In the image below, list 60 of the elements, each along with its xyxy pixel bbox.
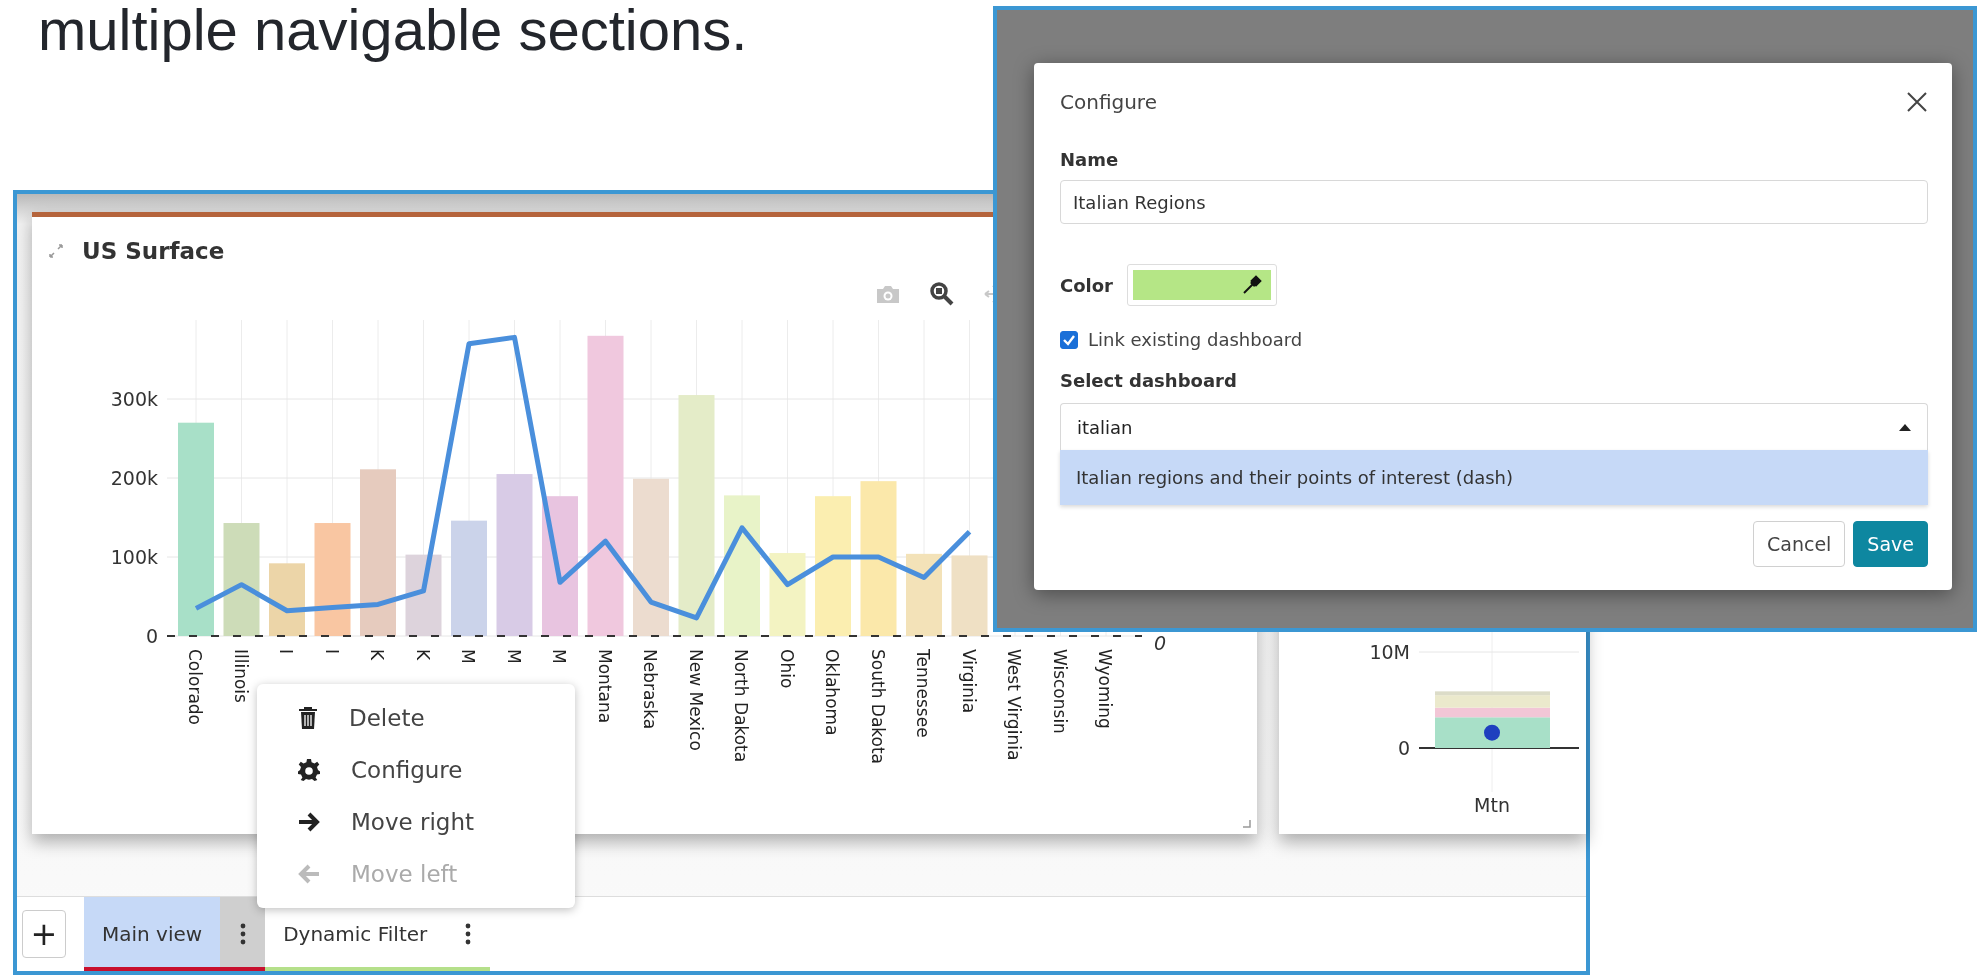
x-axis-label: M <box>549 649 569 664</box>
more-icon <box>464 923 471 945</box>
zoom-icon[interactable] <box>929 281 955 307</box>
x-axis-label: Colorado <box>185 649 205 725</box>
camera-icon[interactable] <box>875 283 901 305</box>
close-icon[interactable] <box>1906 91 1928 113</box>
x-axis-label: South Dakota <box>867 649 888 765</box>
expand-icon[interactable] <box>48 243 64 259</box>
x-axis-label: M <box>503 649 524 664</box>
x-axis-label: Montana <box>594 649 615 724</box>
save-button[interactable]: Save <box>1853 521 1928 567</box>
field-label: Color <box>1060 274 1113 296</box>
color-picker[interactable] <box>1127 264 1277 306</box>
y-axis-label: 300k <box>110 388 158 410</box>
x-axis-label: M <box>458 649 478 664</box>
x-axis-label: K <box>367 649 387 661</box>
x-axis-label: I <box>276 649 296 654</box>
name-input[interactable]: Italian Regions <box>1060 180 1928 224</box>
cancel-button[interactable]: Cancel <box>1753 521 1846 567</box>
x-axis-label: Ohio <box>776 649 797 689</box>
chart-title: US Surface <box>82 238 225 264</box>
menu-item[interactable]: Move right <box>257 796 575 848</box>
x-axis-label: Oklahoma <box>822 649 842 736</box>
x-axis-label: I <box>321 649 342 654</box>
x-axis-label: New Mexico <box>685 649 706 751</box>
axis-label: 0 <box>1154 632 1167 654</box>
x-axis-label: K <box>412 649 433 661</box>
gear-icon <box>297 758 321 782</box>
x-axis-label: Tennessee <box>913 649 933 738</box>
heading-text: multiple navigable sections. <box>38 0 748 62</box>
y-axis-label: 10M <box>1369 641 1410 663</box>
eyedropper-icon <box>1242 275 1262 295</box>
y-axis-label: 100k <box>110 546 158 568</box>
x-axis-label: Wisconsin <box>1049 649 1070 734</box>
dialog-title: Configure <box>1060 90 1157 114</box>
y-axis-label: 0 <box>145 625 158 647</box>
field-label: Name <box>1060 149 1120 170</box>
caret-icon <box>1899 423 1911 431</box>
add-tab-button[interactable]: + <box>22 910 66 958</box>
checkbox[interactable] <box>1060 330 1078 349</box>
x-axis-label: North Dakota <box>731 649 751 763</box>
field-label: Select dashboard <box>1060 370 1238 391</box>
x-axis-label: West Virginia <box>1004 649 1024 761</box>
checkbox-label: Link existing dashboard <box>1088 329 1303 350</box>
x-axis-label: Mtn <box>1474 794 1510 816</box>
menu-item[interactable]: Configure <box>257 744 575 796</box>
more-icon <box>239 923 246 945</box>
y-axis-label: 0 <box>1397 737 1410 759</box>
x-axis-label: Illinois <box>230 649 251 703</box>
dropdown-option[interactable]: Italian regions and their points of interest (dash) <box>1060 450 1928 505</box>
x-axis-label: Nebraska <box>640 649 660 730</box>
trash-icon <box>297 706 319 730</box>
y-axis-label: 200k <box>110 467 158 489</box>
x-axis-label: Wyoming <box>1095 649 1115 729</box>
menu-item[interactable]: Delete <box>257 692 575 744</box>
resize-handle-icon[interactable] <box>1243 820 1251 828</box>
arrow-right-icon <box>297 811 321 833</box>
x-axis-label: Virginia <box>958 649 979 714</box>
arrow-left-icon <box>297 863 321 885</box>
scatter-point <box>1484 724 1500 741</box>
